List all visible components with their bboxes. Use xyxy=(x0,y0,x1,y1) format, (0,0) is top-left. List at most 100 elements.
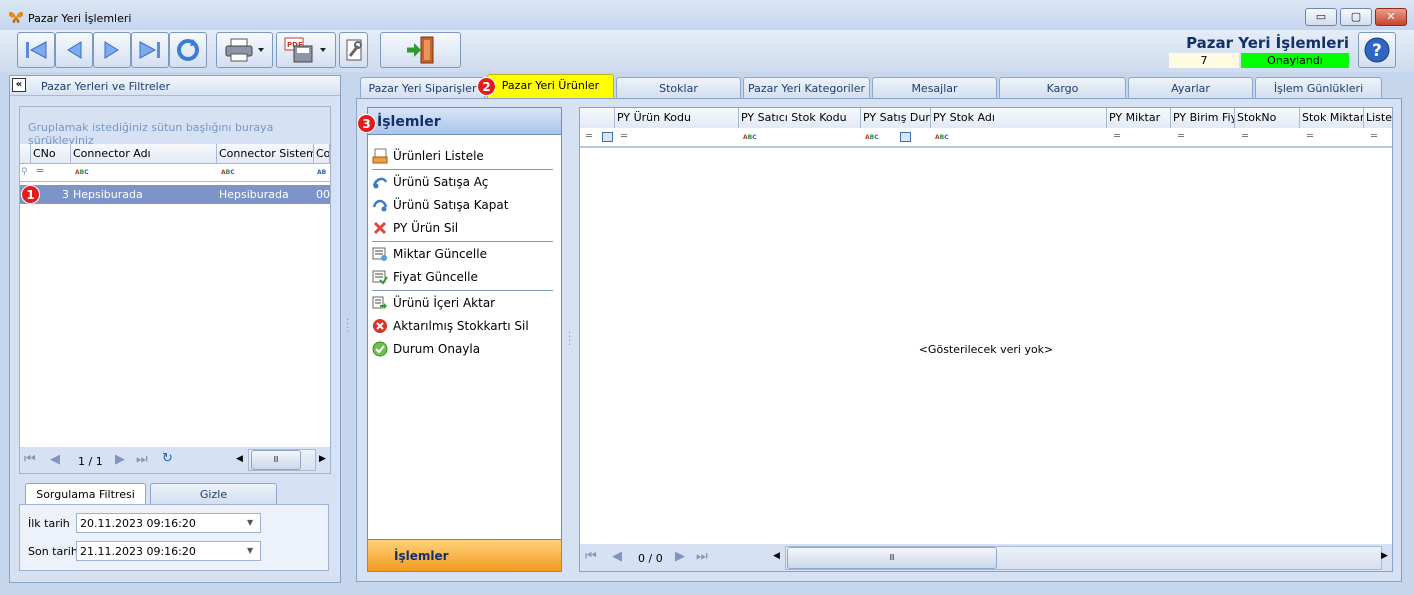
filter-text-icon[interactable]: ABC xyxy=(935,134,949,141)
last-date-label: Son tarih xyxy=(28,545,78,558)
tab-settings[interactable]: Ayarlar xyxy=(1128,77,1253,99)
filter-equals-icon[interactable]: ═ xyxy=(1371,131,1377,142)
filter-equals-icon[interactable]: ═ xyxy=(1178,131,1184,142)
scroll-left-icon[interactable]: ◀ xyxy=(773,551,780,561)
approve-status-button[interactable]: Durum Onayla xyxy=(372,339,480,359)
filter-box-icon[interactable] xyxy=(900,132,911,142)
operations-footer-label: İşlemler xyxy=(394,549,449,563)
close-for-sale-label: Ürünü Satışa Kapat xyxy=(393,198,509,212)
app-butterfly-icon xyxy=(8,10,24,27)
export-pdf-button[interactable]: PDF xyxy=(276,32,336,68)
settings-button[interactable] xyxy=(339,32,368,68)
maximize-button[interactable]: ▢ xyxy=(1340,8,1372,26)
delete-py-product-button[interactable]: PY Ürün Sil xyxy=(372,218,458,238)
next-page-icon[interactable]: ▶ xyxy=(675,549,685,564)
last-page-icon[interactable]: ⏭ xyxy=(136,452,148,467)
svg-text:?: ? xyxy=(1372,41,1382,61)
empty-grid-message: <Gösterilecek veri yok> xyxy=(918,343,1054,356)
last-date-dropdown-icon[interactable]: ▼ xyxy=(247,546,253,555)
refresh-grid-icon[interactable]: ↻ xyxy=(162,451,173,466)
filter-equals-icon[interactable]: ═ xyxy=(1114,131,1120,142)
filter-equals-icon[interactable]: ═ xyxy=(37,166,43,177)
step-badge-1: 1 xyxy=(21,185,40,204)
filter-text-icon[interactable]: ABC xyxy=(865,134,879,141)
column-header-py-product-code[interactable]: PY Ürün Kodu xyxy=(615,108,739,128)
prev-page-icon[interactable]: ◀ xyxy=(612,549,622,564)
column-header-cno[interactable]: CNo xyxy=(31,144,71,164)
column-header-list-price[interactable]: Liste Fiyatı xyxy=(1364,108,1392,128)
list-products-button[interactable]: Ürünleri Listele xyxy=(372,146,484,166)
exit-button[interactable] xyxy=(380,32,461,68)
scrollbar-thumb[interactable]: Ⅲ xyxy=(787,547,997,569)
column-header-stock-quantity[interactable]: Stok Miktarı xyxy=(1300,108,1364,128)
filter-text-icon[interactable]: ABC xyxy=(75,169,89,176)
tab-marketplace-orders[interactable]: Pazar Yeri Siparişler xyxy=(360,77,485,99)
filter-text-icon[interactable]: ABC xyxy=(221,169,235,176)
column-header-extra[interactable]: Co xyxy=(314,144,330,164)
update-price-button[interactable]: Fiyat Güncelle xyxy=(372,267,478,287)
first-date-dropdown-icon[interactable]: ▼ xyxy=(247,518,253,527)
scroll-right-icon[interactable]: ▶ xyxy=(319,454,326,464)
filter-equals-icon[interactable]: ═ xyxy=(621,131,627,142)
operations-title: İşlemler xyxy=(377,114,441,130)
scroll-right-icon[interactable]: ▶ xyxy=(1381,551,1388,561)
previous-record-button[interactable] xyxy=(55,32,93,68)
tab-messages[interactable]: Mesajlar xyxy=(872,77,997,99)
minimize-button[interactable]: ▭ xyxy=(1305,8,1337,26)
delete-circle-icon xyxy=(373,319,387,333)
column-header-py-quantity[interactable]: PY Miktar xyxy=(1107,108,1171,128)
tab-operation-logs[interactable]: İşlem Günlükleri xyxy=(1255,77,1382,99)
next-record-button[interactable] xyxy=(93,32,131,68)
first-date-input[interactable]: 20.11.2023 09:16:20 xyxy=(76,513,261,533)
import-product-button[interactable]: Ürünü İçeri Aktar xyxy=(372,293,495,313)
splitter-middle[interactable]: · · · · xyxy=(568,329,571,351)
filter-equals-icon[interactable]: ═ xyxy=(1242,131,1248,142)
print-button[interactable] xyxy=(216,32,273,68)
left-panel: « Pazar Yerleri ve Filtreler Gruplamak i… xyxy=(9,75,341,583)
first-page-icon[interactable]: ⏮ xyxy=(585,549,597,564)
filter-text-icon[interactable]: ABC xyxy=(743,134,757,141)
help-button[interactable]: ? xyxy=(1358,32,1396,68)
tab-query-filter[interactable]: Sorgulama Filtresi xyxy=(25,483,146,505)
scrollbar-thumb[interactable]: Ⅲ xyxy=(251,450,301,470)
refresh-button[interactable] xyxy=(169,32,207,68)
filter-equals-icon[interactable]: ═ xyxy=(586,131,592,142)
next-page-icon[interactable]: ▶ xyxy=(115,452,125,467)
filter-text-icon[interactable]: AB xyxy=(317,169,326,176)
column-header-sale-status[interactable]: PY Satış Durumu xyxy=(861,108,931,128)
approve-check-icon xyxy=(372,341,388,357)
grid-indicator-header xyxy=(20,144,31,164)
scroll-left-icon[interactable]: ◀ xyxy=(236,454,243,464)
tab-marketplace-products[interactable]: Pazar Yeri Ürünler xyxy=(487,74,614,100)
first-page-icon[interactable]: ⏮ xyxy=(24,452,36,467)
delete-x-icon xyxy=(373,221,387,235)
column-header-seller-stock-code[interactable]: PY Satıcı Stok Kodu xyxy=(739,108,861,128)
step-badge-3: 3 xyxy=(357,114,376,133)
prev-page-icon[interactable]: ◀ xyxy=(50,452,60,467)
column-header-connector-name[interactable]: Connector Adı xyxy=(71,144,217,164)
tab-stocks[interactable]: Stoklar xyxy=(616,77,741,99)
first-record-button[interactable] xyxy=(17,32,55,68)
close-for-sale-button[interactable]: Ürünü Satışa Kapat xyxy=(372,195,508,215)
tab-cargo[interactable]: Kargo xyxy=(999,77,1126,99)
filter-box-icon[interactable] xyxy=(602,132,613,142)
delete-imported-stockcard-button[interactable]: Aktarılmış Stokkartı Sil xyxy=(372,316,529,336)
column-header-unit-price[interactable]: PY Birim Fiyat xyxy=(1171,108,1235,128)
column-header-connector-system[interactable]: Connector Sistemi xyxy=(217,144,314,164)
collapse-panel-button[interactable]: « xyxy=(12,78,26,92)
tab-marketplace-categories[interactable]: Pazar Yeri Kategoriler xyxy=(743,77,870,99)
connector-name-cell: Hepsiburada xyxy=(73,188,143,201)
filter-equals-icon[interactable]: ═ xyxy=(1307,131,1313,142)
last-record-button[interactable] xyxy=(131,32,169,68)
splitter-left[interactable]: · · · · xyxy=(346,316,349,338)
column-header-stock-name[interactable]: PY Stok Adı xyxy=(931,108,1107,128)
last-page-icon[interactable]: ⏭ xyxy=(696,549,708,564)
update-price-label: Fiyat Güncelle xyxy=(393,270,478,284)
open-for-sale-button[interactable]: Ürünü Satışa Aç xyxy=(372,172,488,192)
column-header-stock-no[interactable]: StokNo xyxy=(1235,108,1300,128)
update-quantity-button[interactable]: Miktar Güncelle xyxy=(372,244,487,264)
tab-hide[interactable]: Gizle xyxy=(150,483,277,505)
product-pager-text: 0 / 0 xyxy=(638,552,663,565)
close-button[interactable]: ✕ xyxy=(1375,8,1407,26)
last-date-input[interactable]: 21.11.2023 09:16:20 xyxy=(76,541,261,561)
